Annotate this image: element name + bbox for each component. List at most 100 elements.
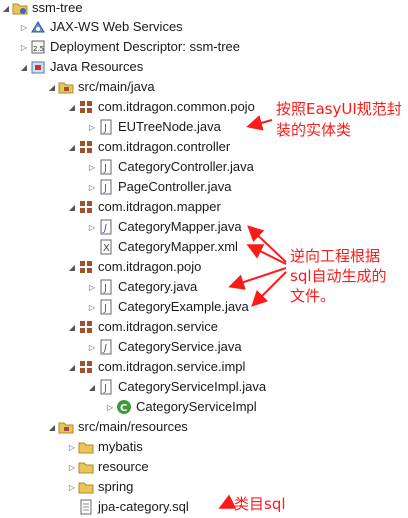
tree-item-eutreenode[interactable]: ▷ J EUTreeNode.java bbox=[86, 117, 221, 137]
deployment-label: Deployment Descriptor: ssm-tree bbox=[50, 39, 240, 54]
tree-item-category-example[interactable]: ▷ J CategoryExample.java bbox=[86, 297, 249, 317]
tree-item-jaxws[interactable]: ▷ JAX-WS Web Services bbox=[18, 17, 183, 37]
pkg-common-pojo-label: com.itdragon.common.pojo bbox=[98, 99, 255, 114]
triangle-down-icon[interactable]: ◢ bbox=[86, 377, 98, 397]
svg-text:C: C bbox=[120, 403, 127, 414]
jpa-sql-label: jpa-category.sql bbox=[98, 499, 189, 514]
triangle-down-icon[interactable]: ◢ bbox=[66, 257, 78, 277]
triangle-right-icon[interactable]: ▷ bbox=[66, 437, 78, 457]
tree-item-src-main-resources[interactable]: ◢ src/main/resources bbox=[46, 417, 188, 437]
tree-item-pkg-mapper[interactable]: ◢ com.itdragon.mapper bbox=[66, 197, 221, 217]
pkg-mapper-label: com.itdragon.mapper bbox=[98, 199, 221, 214]
tree-item-pkg-controller[interactable]: ◢ com.itdragon.controller bbox=[66, 137, 230, 157]
category-service-label: CategoryService.java bbox=[118, 339, 242, 354]
triangle-right-icon[interactable]: ▷ bbox=[104, 397, 116, 417]
triangle-right-icon[interactable]: ▷ bbox=[18, 37, 30, 57]
category-mapper-java-label: CategoryMapper.java bbox=[118, 219, 242, 234]
tree-item-jpa-sql[interactable]: jpa-category.sql bbox=[66, 497, 189, 517]
pkg-controller-label: com.itdragon.controller bbox=[98, 139, 231, 154]
java-interface-file-icon: J bbox=[98, 219, 114, 235]
category-example-label: CategoryExample.java bbox=[118, 299, 249, 314]
tree-item-category-service[interactable]: ▷ J CategoryService.java bbox=[86, 337, 242, 357]
tree-item-pkg-service[interactable]: ◢ com.itdragon.service bbox=[66, 317, 218, 337]
folder-icon bbox=[78, 479, 94, 495]
tree-item-category-mapper-xml[interactable]: X CategoryMapper.xml bbox=[86, 237, 238, 257]
mybatis-label: mybatis bbox=[98, 439, 143, 454]
tree-item-category-mapper-java[interactable]: ▷ J CategoryMapper.java bbox=[86, 217, 242, 237]
tree-item-src-main-java[interactable]: ◢ src/main/java bbox=[46, 77, 155, 97]
class-icon: C bbox=[116, 399, 132, 415]
package-icon bbox=[78, 199, 94, 215]
java-resources-icon bbox=[30, 59, 46, 75]
tree-item-project[interactable]: ◢ ssm-tree bbox=[0, 0, 83, 18]
jaxws-label: JAX-WS Web Services bbox=[50, 19, 183, 34]
annotation-easyui-line2: 装的实体类 bbox=[276, 121, 352, 139]
tree-item-pkg-pojo[interactable]: ◢ com.itdragon.pojo bbox=[66, 257, 201, 277]
triangle-right-icon[interactable]: ▷ bbox=[86, 177, 98, 197]
category-mapper-xml-label: CategoryMapper.xml bbox=[118, 239, 238, 254]
triangle-down-icon[interactable]: ◢ bbox=[46, 417, 58, 437]
svg-text:X: X bbox=[103, 243, 110, 254]
tree-item-page-controller[interactable]: ▷ J PageController.java bbox=[86, 177, 231, 197]
tree-item-java-resources[interactable]: ◢ Java Resources bbox=[18, 57, 143, 77]
triangle-right-icon[interactable]: ▷ bbox=[66, 477, 78, 497]
eutreenode-label: EUTreeNode.java bbox=[118, 119, 221, 134]
tree-item-deployment[interactable]: ▷ 2.5 Deployment Descriptor: ssm-tree bbox=[18, 37, 240, 57]
triangle-right-icon[interactable]: ▷ bbox=[86, 217, 98, 237]
svg-text:J: J bbox=[103, 183, 107, 194]
triangle-right-icon[interactable]: ▷ bbox=[86, 297, 98, 317]
tree-item-pkg-service-impl[interactable]: ◢ com.itdragon.service.impl bbox=[66, 357, 245, 377]
triangle-down-icon[interactable]: ◢ bbox=[66, 137, 78, 157]
tree-item-pkg-common-pojo[interactable]: ◢ com.itdragon.common.pojo bbox=[66, 97, 255, 117]
pkg-service-impl-label: com.itdragon.service.impl bbox=[98, 359, 246, 374]
triangle-right-icon[interactable]: ▷ bbox=[66, 457, 78, 477]
package-icon bbox=[78, 319, 94, 335]
tree-item-category-service-impl-java[interactable]: ◢ J CategoryServiceImpl.java bbox=[86, 377, 266, 397]
triangle-right-icon[interactable]: ▷ bbox=[86, 337, 98, 357]
triangle-down-icon[interactable]: ◢ bbox=[66, 197, 78, 217]
tree-item-mybatis[interactable]: ▷ mybatis bbox=[66, 437, 143, 457]
category-service-impl-class-label: CategoryServiceImpl bbox=[136, 399, 257, 414]
triangle-down-icon[interactable]: ◢ bbox=[66, 97, 78, 117]
tree-item-spring[interactable]: ▷ spring bbox=[66, 477, 134, 497]
folder-icon bbox=[78, 439, 94, 455]
svg-text:2.5: 2.5 bbox=[33, 45, 44, 53]
source-folder-icon bbox=[58, 79, 74, 95]
category-controller-label: CategoryController.java bbox=[118, 159, 254, 174]
package-icon bbox=[78, 139, 94, 155]
java-resources-label: Java Resources bbox=[50, 59, 144, 74]
triangle-down-icon[interactable]: ◢ bbox=[66, 357, 78, 377]
tree-item-category-controller[interactable]: ▷ J CategoryController.java bbox=[86, 157, 254, 177]
pkg-service-label: com.itdragon.service bbox=[98, 319, 218, 334]
category-java-label: Category.java bbox=[118, 279, 198, 294]
xml-file-icon: X bbox=[98, 239, 114, 255]
triangle-down-icon[interactable]: ◢ bbox=[66, 317, 78, 337]
triangle-down-icon[interactable]: ◢ bbox=[0, 0, 12, 18]
triangle-right-icon[interactable]: ▷ bbox=[18, 17, 30, 37]
pkg-pojo-label: com.itdragon.pojo bbox=[98, 259, 202, 274]
java-file-icon: J bbox=[98, 299, 114, 315]
triangle-right-icon[interactable]: ▷ bbox=[86, 277, 98, 297]
triangle-down-icon[interactable]: ◢ bbox=[46, 77, 58, 97]
tree-item-resource[interactable]: ▷ resource bbox=[66, 457, 149, 477]
project-icon bbox=[12, 0, 28, 16]
src-main-resources-label: src/main/resources bbox=[78, 419, 188, 434]
java-file-icon: J bbox=[98, 159, 114, 175]
page-controller-label: PageController.java bbox=[118, 179, 232, 194]
annotation-easyui-line1: 按照EasyUI规范封 bbox=[276, 100, 402, 118]
triangle-right-icon[interactable]: ▷ bbox=[86, 157, 98, 177]
sql-file-icon bbox=[78, 499, 94, 515]
annotation-reverse-line2: sql自动生成的 bbox=[290, 267, 387, 285]
annotation-reverse-line3: 文件。 bbox=[290, 287, 336, 305]
category-service-impl-java-label: CategoryServiceImpl.java bbox=[118, 379, 267, 394]
triangle-right-icon[interactable]: ▷ bbox=[86, 117, 98, 137]
svg-text:J: J bbox=[103, 163, 107, 174]
triangle-down-icon[interactable]: ◢ bbox=[18, 57, 30, 77]
tree-item-category-service-impl-class[interactable]: ▷ C CategoryServiceImpl bbox=[104, 397, 257, 417]
source-folder-icon bbox=[58, 419, 74, 435]
resource-label: resource bbox=[98, 459, 149, 474]
svg-text:J: J bbox=[103, 303, 107, 314]
tree-item-category-java[interactable]: ▷ J Category.java bbox=[86, 277, 197, 297]
